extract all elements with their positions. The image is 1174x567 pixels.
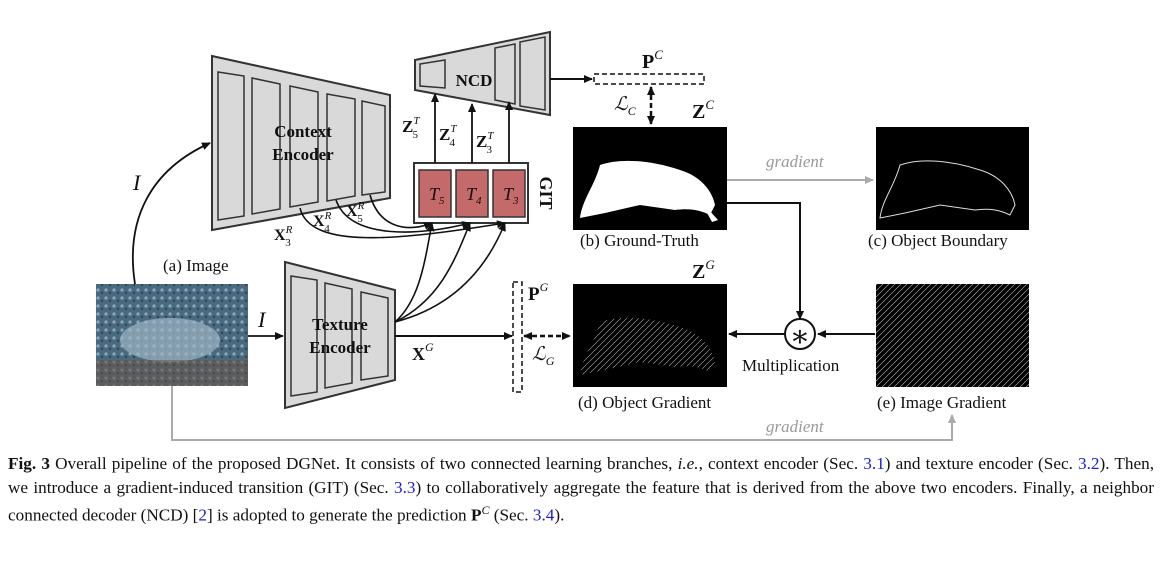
pc-label: PC <box>642 47 663 73</box>
caption-pc: P <box>470 505 482 525</box>
pipeline-figure: Context Encoder NCD PC ℒC ZC T5 T4 T3 GI… <box>0 0 1174 445</box>
caption-text-7: (Sec. <box>489 505 533 525</box>
ref-link-sec-3-2[interactable]: 3.2 <box>1078 454 1099 473</box>
caption-text-3: ) and texture encoder (Sec. <box>884 454 1079 473</box>
texture-encoder: Texture Encoder <box>284 260 396 410</box>
panel-e-label: (e) Image Gradient <box>877 393 1007 412</box>
prediction-pc-map <box>593 73 705 85</box>
z3t-label: ZT 3 <box>476 130 494 156</box>
caption-text-2: , context encoder (Sec. <box>698 454 864 473</box>
z4t-label: ZT 4 <box>439 123 457 149</box>
prediction-pg-map <box>512 281 523 393</box>
ncd-label: NCD <box>456 71 493 90</box>
figure-caption: Fig. 3 Overall pipeline of the proposed … <box>8 452 1154 527</box>
object-gradient-image <box>573 284 727 387</box>
context-encoder-label-2: Encoder <box>272 145 334 164</box>
panel-c-label: (c) Object Boundary <box>868 231 1008 250</box>
image-gradient-image <box>876 284 1029 387</box>
input-image <box>96 284 248 386</box>
context-encoder-label-1: Context <box>274 122 332 141</box>
texture-encoder-label-2: Encoder <box>309 338 371 357</box>
multiply-symbol: ∗ <box>790 320 810 353</box>
figure-number: Fig. 3 <box>8 454 50 473</box>
xg-label: XG <box>412 340 434 364</box>
caption-text-8: ). <box>554 505 565 525</box>
ref-link-sec-3-4[interactable]: 3.4 <box>533 506 554 525</box>
git-module: T5 T4 T3 GIT <box>413 162 556 224</box>
input-i-label-top: I <box>132 170 142 195</box>
gradient-label-bottom: gradient <box>766 417 825 436</box>
z5t-label: ZT 5 <box>402 115 420 141</box>
panel-d-label: (d) Object Gradient <box>578 393 711 412</box>
zg-label: ZG <box>692 257 715 283</box>
panel-a-label: (a) Image <box>163 256 229 275</box>
git-label: GIT <box>536 176 556 209</box>
zc-label: ZC <box>692 97 714 123</box>
ref-link-citation-2[interactable]: 2 <box>198 506 207 525</box>
pg-label: PG <box>528 280 549 305</box>
caption-text-1: Overall pipeline of the proposed DGNet. … <box>49 454 678 473</box>
ground-truth-image <box>573 127 727 230</box>
loss-lg-label: ℒG <box>532 344 555 368</box>
caption-text-6: ] is adopted to generate the prediction <box>207 505 471 525</box>
ref-link-sec-3-1[interactable]: 3.1 <box>863 454 884 473</box>
texture-encoder-label-1: Texture <box>312 315 368 334</box>
x3r-label: XR 3 <box>274 224 293 249</box>
loss-lc-label: ℒC <box>614 94 637 118</box>
panel-b-label: (b) Ground-Truth <box>580 231 699 250</box>
object-boundary-image <box>876 127 1029 230</box>
input-i-label-mid: I <box>257 307 267 332</box>
ref-link-sec-3-3[interactable]: 3.3 <box>394 478 415 497</box>
caption-ie: i.e. <box>677 454 699 473</box>
multiplication-label: Multiplication <box>742 356 840 375</box>
gradient-label-top: gradient <box>766 152 825 171</box>
